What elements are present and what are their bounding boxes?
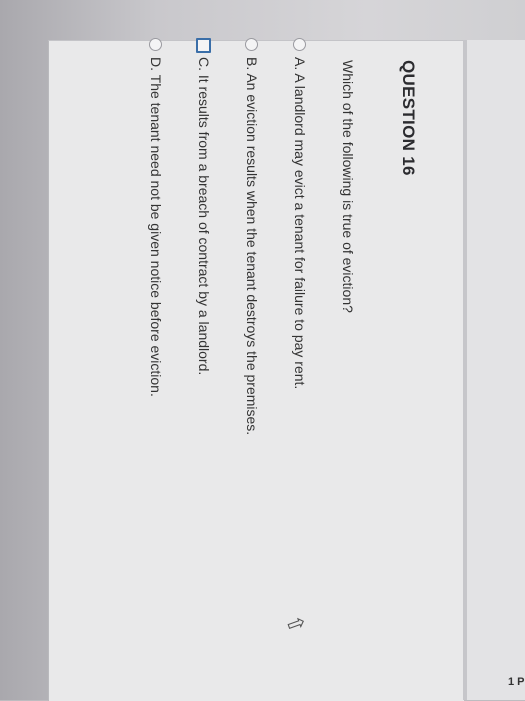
checkbox-icon[interactable] <box>196 38 212 53</box>
option-b[interactable]: B. An eviction results when the tenant d… <box>244 38 260 435</box>
question-content: QUESTION 16 Which of the following is tr… <box>58 38 458 690</box>
option-label: B. An eviction results when the tenant d… <box>244 57 260 436</box>
option-label: C. It results from a breach of contract … <box>196 57 212 376</box>
radio-icon[interactable] <box>293 38 307 51</box>
mouse-pointer-icon: ⇧ <box>280 611 311 637</box>
question-title: QUESTION 16 <box>399 60 418 176</box>
option-label: A. A landlord may evict a tenant for fai… <box>292 57 308 390</box>
radio-icon[interactable] <box>149 38 163 51</box>
question-text: Which of the following is true of evicti… <box>340 60 356 313</box>
option-c[interactable]: C. It results from a breach of contract … <box>196 38 212 375</box>
option-d[interactable]: D. The tenant need not be given notice b… <box>148 38 164 397</box>
points-label: 1 P <box>508 676 525 688</box>
option-label: D. The tenant need not be given notice b… <box>148 57 164 397</box>
option-a[interactable]: A. A landlord may evict a tenant for fai… <box>292 38 308 389</box>
side-panel <box>467 40 525 700</box>
radio-icon[interactable] <box>245 38 259 51</box>
